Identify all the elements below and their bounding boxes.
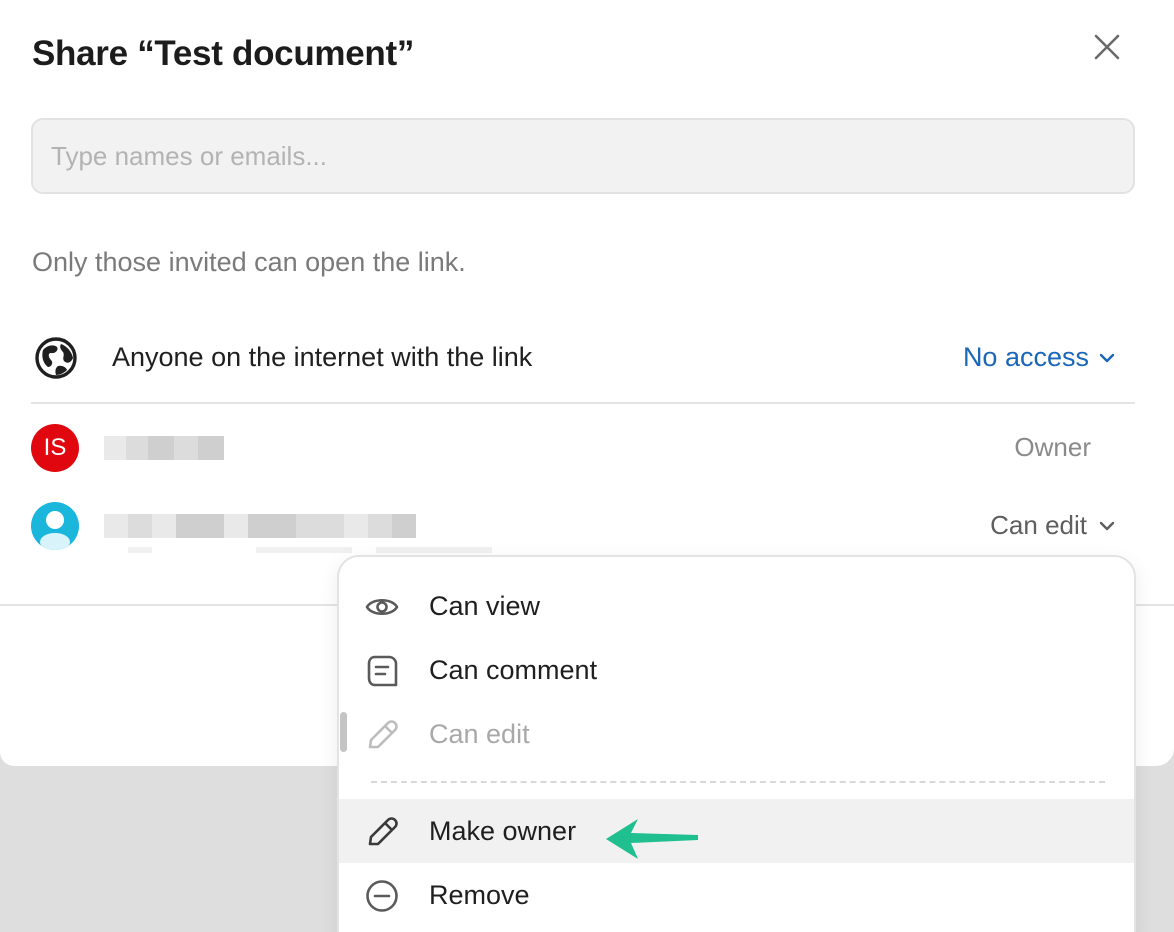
redacted-member-email	[128, 540, 492, 553]
user-icon	[40, 511, 70, 550]
member-role-value: Can edit	[990, 510, 1087, 540]
member-role-dropdown[interactable]: Can edit	[990, 510, 1115, 541]
close-button[interactable]	[1090, 30, 1124, 64]
minus-circle-icon	[365, 879, 399, 913]
annotation-arrow-icon	[606, 819, 698, 859]
member-row-editor: Can edit	[31, 496, 1135, 556]
dialog-title: Share “Test document”	[32, 34, 415, 73]
menu-item-label: Can view	[429, 590, 541, 621]
redacted-member-name	[104, 436, 224, 460]
pencil-icon	[365, 815, 399, 849]
menu-item-can-edit[interactable]: Can edit	[339, 702, 1134, 766]
link-access-value: No access	[962, 342, 1089, 372]
member-role-owner: Owner	[1014, 432, 1091, 462]
invite-search-input[interactable]	[31, 118, 1135, 194]
menu-item-label: Remove	[429, 879, 530, 910]
chevron-down-icon	[1099, 353, 1115, 362]
chevron-down-icon	[1099, 521, 1115, 530]
menu-item-can-comment[interactable]: Can comment	[339, 638, 1134, 702]
avatar: IS	[31, 424, 79, 472]
redacted-member-name	[104, 514, 416, 538]
menu-item-can-view[interactable]: Can view	[339, 574, 1134, 638]
avatar-initials: IS	[43, 434, 67, 461]
pencil-icon	[365, 718, 399, 752]
menu-item-label: Can edit	[429, 718, 530, 749]
access-note: Only those invited can open the link.	[32, 247, 466, 277]
globe-icon	[35, 337, 77, 379]
menu-item-make-owner[interactable]: Make owner	[339, 799, 1134, 863]
menu-item-label: Can comment	[429, 654, 598, 685]
link-access-row: Anyone on the internet with the link No …	[31, 316, 1135, 404]
member-row-owner: IS Owner	[31, 418, 1135, 478]
eye-icon	[365, 590, 399, 624]
menu-item-label: Make owner	[429, 815, 577, 846]
link-access-label: Anyone on the internet with the link	[112, 342, 533, 372]
menu-item-remove[interactable]: Remove	[339, 863, 1134, 927]
comment-icon	[365, 654, 399, 688]
permission-menu: Can view Can comment Can edit Make owner…	[337, 555, 1136, 932]
menu-separator	[371, 781, 1105, 783]
close-icon	[1094, 34, 1120, 60]
avatar	[31, 502, 79, 550]
link-access-dropdown[interactable]: No access	[963, 342, 1115, 373]
